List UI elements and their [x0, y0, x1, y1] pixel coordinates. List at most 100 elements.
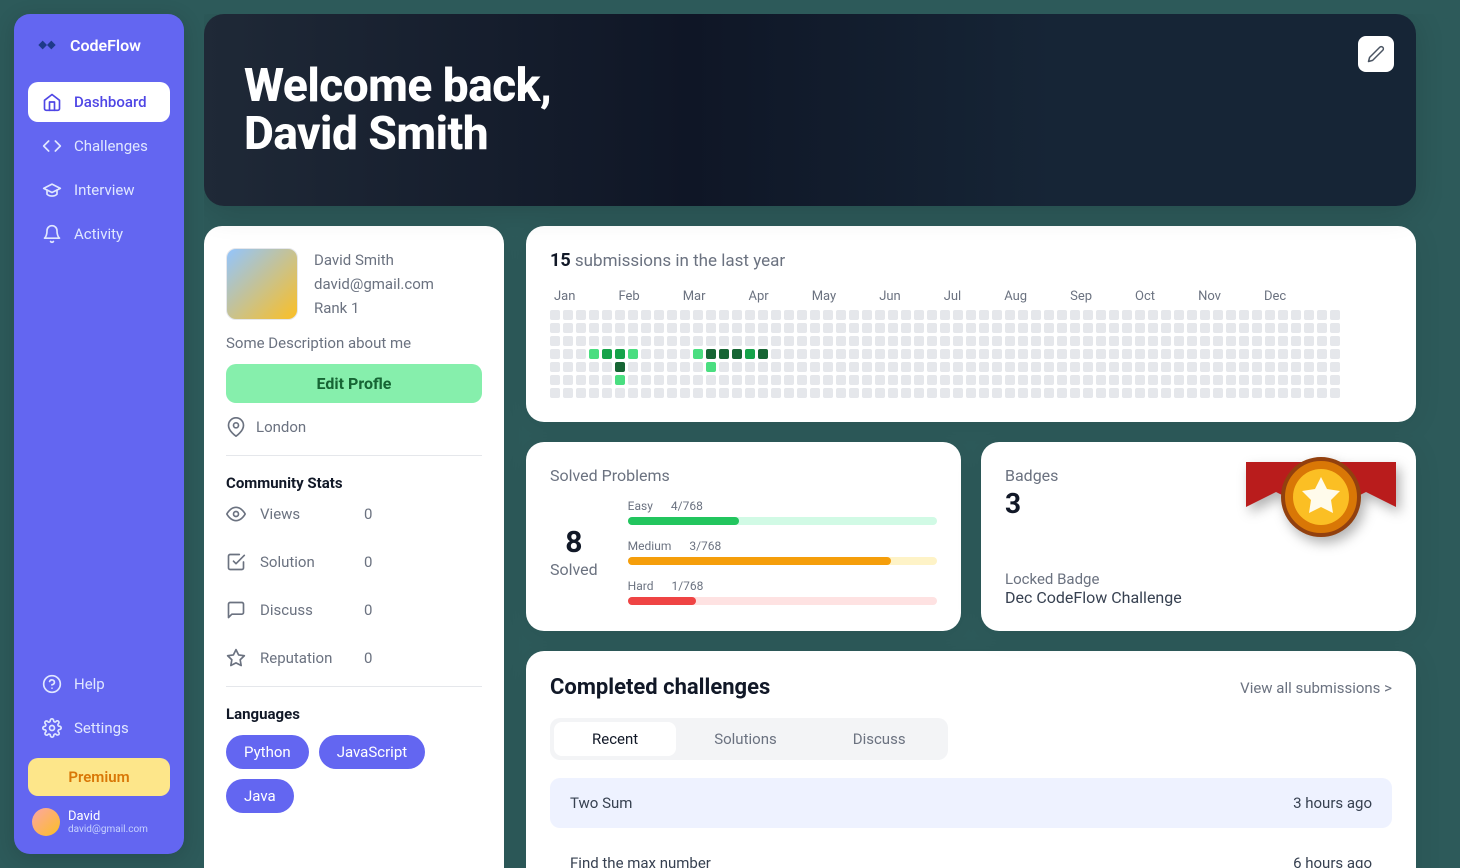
home-icon [42, 92, 62, 112]
premium-button[interactable]: Premium [28, 758, 170, 796]
edit-hero-button[interactable] [1358, 36, 1394, 72]
locked-badge-label: Locked Badge [1005, 570, 1392, 588]
heatmap-cell [966, 388, 976, 398]
heatmap-cell [849, 323, 859, 333]
heatmap-cell [1083, 323, 1093, 333]
month-label: Dec [1264, 289, 1286, 304]
heatmap-cell [550, 323, 560, 333]
heatmap-cell [1083, 310, 1093, 320]
tab-discuss[interactable]: Discuss [815, 722, 944, 756]
heatmap-cell [628, 310, 638, 320]
heatmap-cell [771, 375, 781, 385]
tab-solutions[interactable]: Solutions [676, 722, 815, 756]
heatmap-cell [628, 388, 638, 398]
heatmap-cell [1330, 349, 1340, 359]
heatmap-cell [1239, 349, 1249, 359]
heatmap-cell [654, 362, 664, 372]
heatmap-cell [810, 375, 820, 385]
heatmap-cell [1109, 362, 1119, 372]
lang-tag[interactable]: JavaScript [319, 735, 425, 769]
month-label: Aug [1004, 289, 1027, 304]
heatmap-cell [641, 349, 651, 359]
heatmap-cell [1057, 336, 1067, 346]
grad-cap-icon [42, 180, 62, 200]
locked-badge-name: Dec CodeFlow Challenge [1005, 588, 1392, 607]
challenge-row[interactable]: Find the max number 6 hours ago [550, 838, 1392, 868]
stat-discuss: Discuss 0 [226, 600, 482, 620]
view-all-link[interactable]: View all submissions > [1240, 679, 1392, 697]
heatmap-cell [550, 362, 560, 372]
h-line1: Welcome back, [244, 62, 551, 110]
heatmap-cell [1265, 349, 1275, 359]
location-text: London [256, 418, 306, 436]
heatmap-cell [1148, 323, 1158, 333]
heatmap-cell [1018, 310, 1028, 320]
heatmap-cell [823, 323, 833, 333]
heatmap-cell [1135, 310, 1145, 320]
heatmap-cell [1122, 310, 1132, 320]
heatmap-cell [602, 362, 612, 372]
challenge-row[interactable]: Two Sum 3 hours ago [550, 778, 1392, 828]
scrollbar[interactable] [1442, 18, 1450, 198]
month-label: Mar [683, 289, 706, 304]
heatmap-cell [550, 336, 560, 346]
heatmap-cell [1278, 362, 1288, 372]
nav-help[interactable]: Help [28, 664, 170, 704]
nav-challenges[interactable]: Challenges [28, 126, 170, 166]
month-label: May [812, 289, 836, 304]
user-email: david@gmail.com [68, 824, 148, 835]
heatmap-cell [563, 349, 573, 359]
help-icon [42, 674, 62, 694]
heatmap-cell [1200, 388, 1210, 398]
heatmap-cell [1148, 388, 1158, 398]
heatmap-cell [771, 349, 781, 359]
heatmap-cell [576, 375, 586, 385]
tab-recent[interactable]: Recent [554, 722, 676, 756]
heatmap-cell [1304, 388, 1314, 398]
heatmap-cell [1317, 388, 1327, 398]
sidebar-user[interactable]: David david@gmail.com [14, 796, 184, 836]
lang-tag[interactable]: Java [226, 779, 294, 813]
heatmap-cell [706, 375, 716, 385]
challenge-name: Find the max number [570, 854, 711, 868]
edit-profile-button[interactable]: Edit Profle [226, 364, 482, 403]
heatmap-cell [901, 388, 911, 398]
nav-activity[interactable]: Activity [28, 214, 170, 254]
heatmap-cell [1135, 336, 1145, 346]
heatmap-cell [862, 375, 872, 385]
heatmap-cell [1200, 336, 1210, 346]
heatmap-cell [888, 362, 898, 372]
submissions-count: 15 [550, 250, 571, 271]
profile-name: David Smith [314, 248, 434, 272]
heatmap-cell [1018, 362, 1028, 372]
lang-tag[interactable]: Python [226, 735, 309, 769]
heatmap-cell [719, 349, 729, 359]
heatmap-cell [1174, 323, 1184, 333]
heatmap-cell [1057, 375, 1067, 385]
heatmap-cell [1018, 375, 1028, 385]
heatmap-cell [589, 375, 599, 385]
heatmap-cell [1226, 323, 1236, 333]
heatmap-cell [810, 336, 820, 346]
heatmap-cell [1174, 310, 1184, 320]
heatmap-cell [914, 310, 924, 320]
nav-dashboard[interactable]: Dashboard [28, 82, 170, 122]
heatmap-cell [940, 323, 950, 333]
bar-hard: Hard1/768 [628, 579, 937, 605]
heatmap-cell [1135, 323, 1145, 333]
heatmap-cell [1304, 310, 1314, 320]
nav-interview[interactable]: Interview [28, 170, 170, 210]
heatmap-cell [1031, 388, 1041, 398]
stat-reputation: Reputation 0 [226, 648, 482, 687]
heatmap-cell [992, 388, 1002, 398]
heatmap-cell [576, 388, 586, 398]
heatmap-cell [602, 336, 612, 346]
heatmap-cell [1109, 336, 1119, 346]
heatmap-cell [901, 336, 911, 346]
nav-settings[interactable]: Settings [28, 708, 170, 748]
heatmap-cell [641, 336, 651, 346]
heatmap-cell [563, 362, 573, 372]
heatmap-cell [784, 362, 794, 372]
heatmap-cell [1330, 388, 1340, 398]
heatmap-cell [667, 323, 677, 333]
